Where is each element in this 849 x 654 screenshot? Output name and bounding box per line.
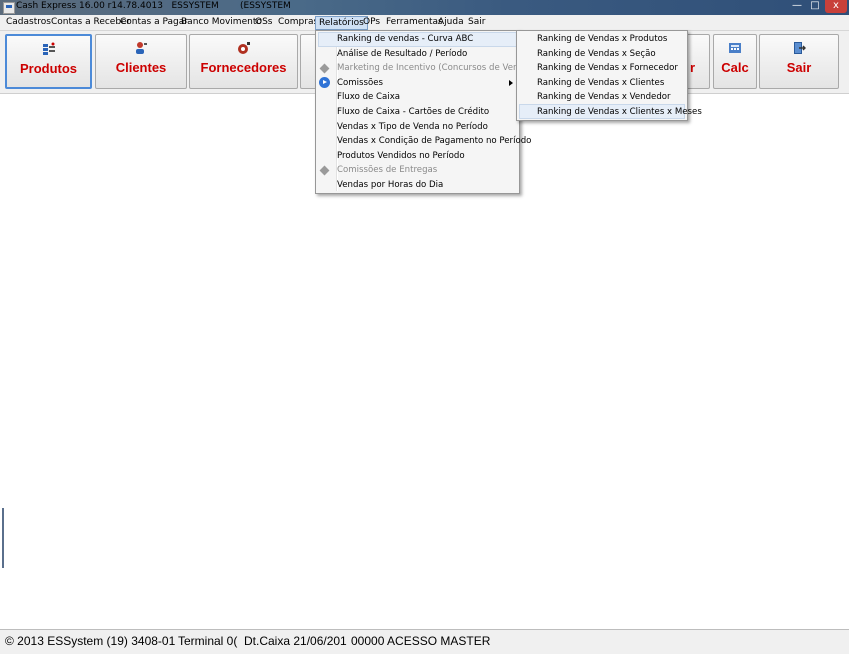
menu-item-comissoes-entregas: Comissões de Entregas	[337, 165, 438, 175]
calculator-icon	[729, 43, 741, 53]
menu-compras[interactable]: Compras	[278, 17, 318, 27]
produtos-button[interactable]: Produtos	[5, 34, 92, 89]
sair-label: Sair	[786, 60, 812, 75]
menu-sair[interactable]: Sair	[468, 17, 485, 27]
minimize-button[interactable]: —	[789, 0, 805, 13]
clientes-button[interactable]: Clientes	[95, 34, 187, 89]
diamond-icon	[319, 63, 330, 74]
window-title-suffix: (ESSYSTEM	[240, 1, 291, 11]
submenu-item-ranking-clientes-meses[interactable]: Ranking de Vendas x Clientes x Meses	[537, 105, 702, 119]
menu-bar: Cadastros Contas a Receber Contas a Paga…	[0, 15, 849, 31]
menu-ajuda[interactable]: Ajuda	[438, 17, 464, 27]
relatorios-dropdown: Ranking de vendas - Curva ABC Análise de…	[315, 30, 537, 194]
status-copyright: © 2013 ESSystem (19) 3408-01	[5, 634, 176, 648]
status-access: 00000 ACESSO MASTER	[351, 634, 491, 648]
products-icon	[42, 42, 55, 55]
splitter-handle[interactable]	[2, 508, 4, 568]
exit-icon	[794, 42, 806, 54]
menu-ops[interactable]: OPs	[363, 17, 380, 27]
ranking-submenu: Ranking de Vendas x Produtos Ranking de …	[516, 30, 702, 121]
status-bar: © 2013 ESSystem (19) 3408-01 Terminal 0(…	[0, 629, 849, 654]
status-dtcaixa: Dt.Caixa 21/06/201	[244, 634, 347, 648]
menu-item-marketing-incentivo: Marketing de Incentivo (Concursos de Ven…	[337, 63, 537, 73]
menu-item-ranking-curva-abc[interactable]: Ranking de vendas - Curva ABC	[337, 32, 473, 46]
calc-button[interactable]: Calc	[713, 34, 757, 89]
submenu-item-ranking-secao[interactable]: Ranking de Vendas x Seção	[537, 47, 656, 61]
fornecedores-label: Fornecedores	[200, 60, 287, 75]
menu-item-produtos-vendidos[interactable]: Produtos Vendidos no Período	[337, 149, 465, 163]
submenu-arrow-icon	[509, 80, 513, 86]
clientes-label: Clientes	[115, 60, 167, 75]
submenu-item-ranking-vendedor[interactable]: Ranking de Vendas x Vendedor	[537, 90, 671, 104]
menu-contas-a-receber[interactable]: Contas a Receber	[51, 17, 130, 27]
submenu-item-ranking-clientes[interactable]: Ranking de Vendas x Clientes	[537, 76, 664, 90]
suppliers-icon	[237, 42, 250, 54]
title-bar: Cash Express 16.00 r14.78.4013 ESSYSTEM …	[0, 0, 849, 15]
clients-icon	[136, 42, 147, 54]
menu-item-fluxo-caixa-cartoes[interactable]: Fluxo de Caixa - Cartões de Crédito	[337, 105, 489, 119]
menu-item-vendas-horas-dia[interactable]: Vendas por Horas do Dia	[337, 178, 443, 192]
menu-item-comissoes[interactable]: Comissões	[337, 76, 383, 90]
close-button[interactable]: x	[825, 0, 847, 13]
menu-cadastros[interactable]: Cadastros	[6, 17, 51, 27]
menu-item-vendas-condicao-pagamento[interactable]: Vendas x Condição de Pagamento no Períod…	[337, 134, 531, 148]
menu-item-vendas-tipo-venda[interactable]: Vendas x Tipo de Venda no Período	[337, 120, 488, 134]
menu-item-analise-resultado[interactable]: Análise de Resultado / Período	[337, 47, 467, 61]
app-icon	[3, 2, 15, 14]
sair-button[interactable]: Sair	[759, 34, 839, 89]
hidden-button-label: r	[689, 60, 695, 75]
submenu-item-ranking-fornecedor[interactable]: Ranking de Vendas x Fornecedor	[537, 61, 678, 75]
produtos-label: Produtos	[19, 61, 78, 76]
menu-item-fluxo-caixa[interactable]: Fluxo de Caixa	[337, 90, 400, 104]
menu-contas-a-pagar[interactable]: Contas a Pagar	[120, 17, 188, 27]
fornecedores-button[interactable]: Fornecedores	[189, 34, 298, 89]
window-title: Cash Express 16.00 r14.78.4013 ESSYSTEM	[16, 1, 219, 11]
menu-ferramentas[interactable]: Ferramentas	[386, 17, 443, 27]
menu-banco-movimento[interactable]: Banco Movimento	[181, 17, 262, 27]
menu-relatorios[interactable]: Relatórios	[315, 16, 368, 30]
status-terminal: Terminal 0(	[178, 634, 238, 648]
menu-oss[interactable]: OSs	[255, 17, 273, 27]
calc-label: Calc	[721, 60, 749, 75]
maximize-button[interactable]: □	[807, 0, 823, 13]
arrow-icon	[319, 77, 330, 88]
submenu-item-ranking-produtos[interactable]: Ranking de Vendas x Produtos	[537, 32, 667, 46]
diamond-icon	[319, 165, 330, 176]
